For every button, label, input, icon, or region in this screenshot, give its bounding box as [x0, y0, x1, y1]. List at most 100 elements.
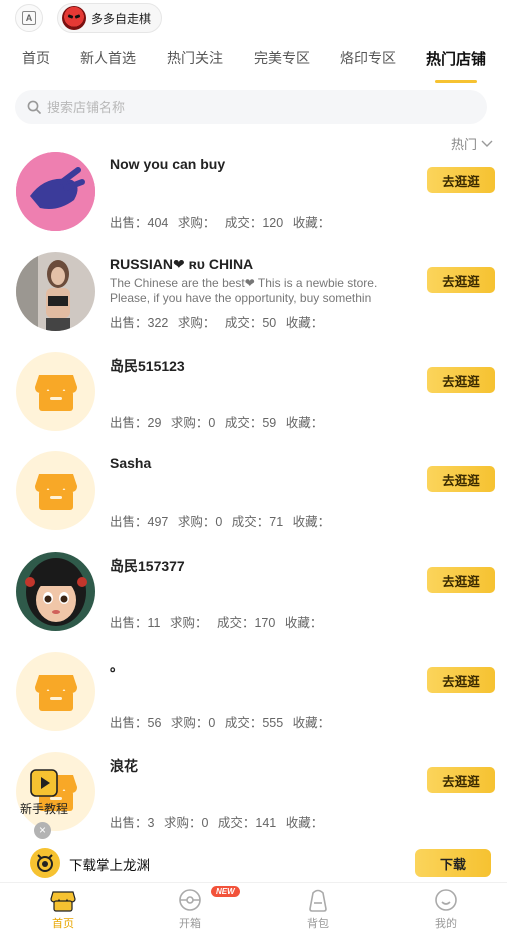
text-size-button[interactable]: A [15, 4, 43, 32]
stat-fav: 收藏： [284, 616, 323, 630]
stat-deal: 成交：50 [224, 316, 277, 330]
search-input[interactable] [47, 99, 447, 115]
visit-shop-button[interactable]: 去逛逛 [427, 767, 495, 793]
tutorial-label: 新手教程 [19, 802, 68, 816]
stat-sell: 出售：404 [110, 216, 169, 230]
new-badge: NEW [211, 886, 240, 897]
bottom-nav: 首页 开箱 NEW 背包 我的 [0, 882, 507, 932]
sort-label: 热门 [450, 137, 477, 152]
shop-name: Now you can buy [110, 156, 226, 172]
game-switcher[interactable]: 多多自走棋 [57, 3, 163, 33]
nav-item-backpack[interactable]: 背包 [288, 887, 348, 931]
shop-item[interactable]: 浪花 出售：3 求购：0 成交：141 收藏： 去逛逛 [0, 752, 507, 852]
close-icon[interactable]: × [34, 822, 51, 839]
category-tabs: 首页 新人首选 热门关注 完美专区 烙印专区 热门店铺 [0, 48, 507, 84]
active-tab-indicator [435, 80, 477, 83]
shop-item[interactable]: 。 出售：56 求购：0 成交：555 收藏： 去逛逛 [0, 652, 507, 752]
shop-stats: 出售：29 求购：0 成交：59 收藏： [110, 412, 329, 431]
nav-item-home[interactable]: 首页 [33, 887, 93, 931]
download-banner: 下载掌上龙渊 下载 [0, 842, 507, 882]
nav-label: 我的 [435, 918, 457, 930]
stat-deal: 成交：141 [217, 816, 277, 830]
user-photo-icon [16, 252, 95, 331]
shop-name: 岛民157377 [110, 558, 185, 574]
shop-stats: 出售：56 求购：0 成交：555 收藏： [110, 712, 336, 731]
stat-sell: 出售：56 [110, 716, 162, 730]
stat-deal: 成交：555 [224, 716, 284, 730]
tab-newbie[interactable]: 新人首选 [80, 48, 136, 68]
shop-stats: 出售：11 求购： 成交：170 收藏： [110, 612, 328, 631]
app-logo-icon [30, 848, 60, 878]
shop-icon [50, 891, 76, 912]
shop-avatar [16, 552, 95, 631]
a-icon: A [22, 11, 36, 25]
stat-sell: 出售：3 [110, 816, 155, 830]
shop-avatar [16, 352, 95, 431]
shop-avatar [16, 652, 95, 731]
download-text: 下载掌上龙渊 [69, 858, 150, 873]
tab-brand[interactable]: 烙印专区 [340, 48, 396, 68]
visit-shop-button[interactable]: 去逛逛 [427, 367, 495, 393]
tab-home[interactable]: 首页 [22, 48, 50, 68]
stat-buy: 求购： [177, 316, 216, 330]
stat-sell: 出售：322 [110, 316, 169, 330]
visit-shop-button[interactable]: 去逛逛 [427, 267, 495, 293]
profile-icon [435, 889, 457, 911]
shop-item[interactable]: 岛民157377 出售：11 求购： 成交：170 收藏： 去逛逛 [0, 552, 507, 652]
store-icon [34, 374, 77, 411]
shop-name: Sasha [110, 455, 152, 471]
stat-fav: 收藏： [285, 816, 324, 830]
visit-shop-button[interactable]: 去逛逛 [427, 466, 495, 492]
nav-label: 背包 [307, 918, 329, 930]
shop-avatar [16, 152, 95, 231]
stat-deal: 成交：120 [224, 216, 284, 230]
shop-item[interactable]: Sasha 出售：497 求购：0 成交：71 收藏： 去逛逛 [0, 451, 507, 551]
shop-stats: 出售：404 求购： 成交：120 收藏： [110, 212, 336, 231]
top-bar: A 多多自走棋 [0, 0, 507, 40]
tab-perfect[interactable]: 完美专区 [254, 48, 310, 68]
shop-stats: 出售：497 求购：0 成交：71 收藏： [110, 511, 336, 530]
cartoon-girl-avatar-icon [16, 552, 95, 631]
stat-deal: 成交：71 [231, 515, 284, 529]
sort-dropdown[interactable]: 热门 [451, 134, 493, 153]
backpack-icon [309, 889, 327, 912]
shop-name: RUSSIAN❤ ʀᴜ CHINA [110, 256, 254, 272]
store-icon [34, 674, 77, 711]
shop-item[interactable]: RUSSIAN❤ ʀᴜ CHINA The Chinese are the be… [0, 252, 507, 352]
visit-shop-button[interactable]: 去逛逛 [427, 667, 495, 693]
shop-stats: 出售：322 求购： 成交：50 收藏： [110, 312, 329, 331]
stat-fav: 收藏： [292, 216, 331, 230]
visit-shop-button[interactable]: 去逛逛 [427, 567, 495, 593]
stat-fav: 收藏： [285, 416, 324, 430]
shop-item[interactable]: 岛民515123 出售：29 求购：0 成交：59 收藏： 去逛逛 [0, 352, 507, 452]
shop-item[interactable]: Now you can buy 出售：404 求购： 成交：120 收藏： 去逛… [0, 152, 507, 252]
visit-shop-button[interactable]: 去逛逛 [427, 167, 495, 193]
stat-sell: 出售：11 [110, 616, 161, 630]
stat-sell: 出售：29 [110, 416, 162, 430]
game-name: 多多自走棋 [91, 11, 152, 26]
shop-name: 浪花 [110, 758, 138, 774]
shop-avatar [16, 451, 95, 530]
search-bar[interactable] [15, 90, 487, 124]
stat-buy: 求购：0 [170, 416, 216, 430]
shop-avatar [16, 252, 95, 331]
tab-hot-follow[interactable]: 热门关注 [167, 48, 223, 68]
stat-buy: 求购：0 [177, 515, 223, 529]
stat-deal: 成交：59 [224, 416, 277, 430]
shop-stats: 出售：3 求购：0 成交：141 收藏： [110, 812, 329, 831]
stat-fav: 收藏： [292, 716, 331, 730]
nav-item-profile[interactable]: 我的 [416, 887, 476, 931]
stat-sell: 出售：497 [110, 515, 169, 529]
tab-hot-shops[interactable]: 热门店铺 [426, 48, 486, 69]
shop-description: The Chinese are the best❤ This is a newb… [110, 276, 378, 305]
shop-name: 岛民515123 [110, 358, 185, 374]
nav-label: 开箱 [179, 918, 201, 930]
tutorial-floating-button[interactable]: 新手教程 [18, 768, 70, 817]
stat-deal: 成交：170 [216, 616, 276, 630]
chevron-down-icon [481, 140, 493, 147]
search-icon [27, 100, 41, 114]
rock-paper-scissors-logo-icon [16, 152, 95, 231]
game-avatar-icon [62, 6, 86, 30]
shop-name: 。 [110, 658, 124, 674]
download-button[interactable]: 下载 [415, 849, 491, 877]
